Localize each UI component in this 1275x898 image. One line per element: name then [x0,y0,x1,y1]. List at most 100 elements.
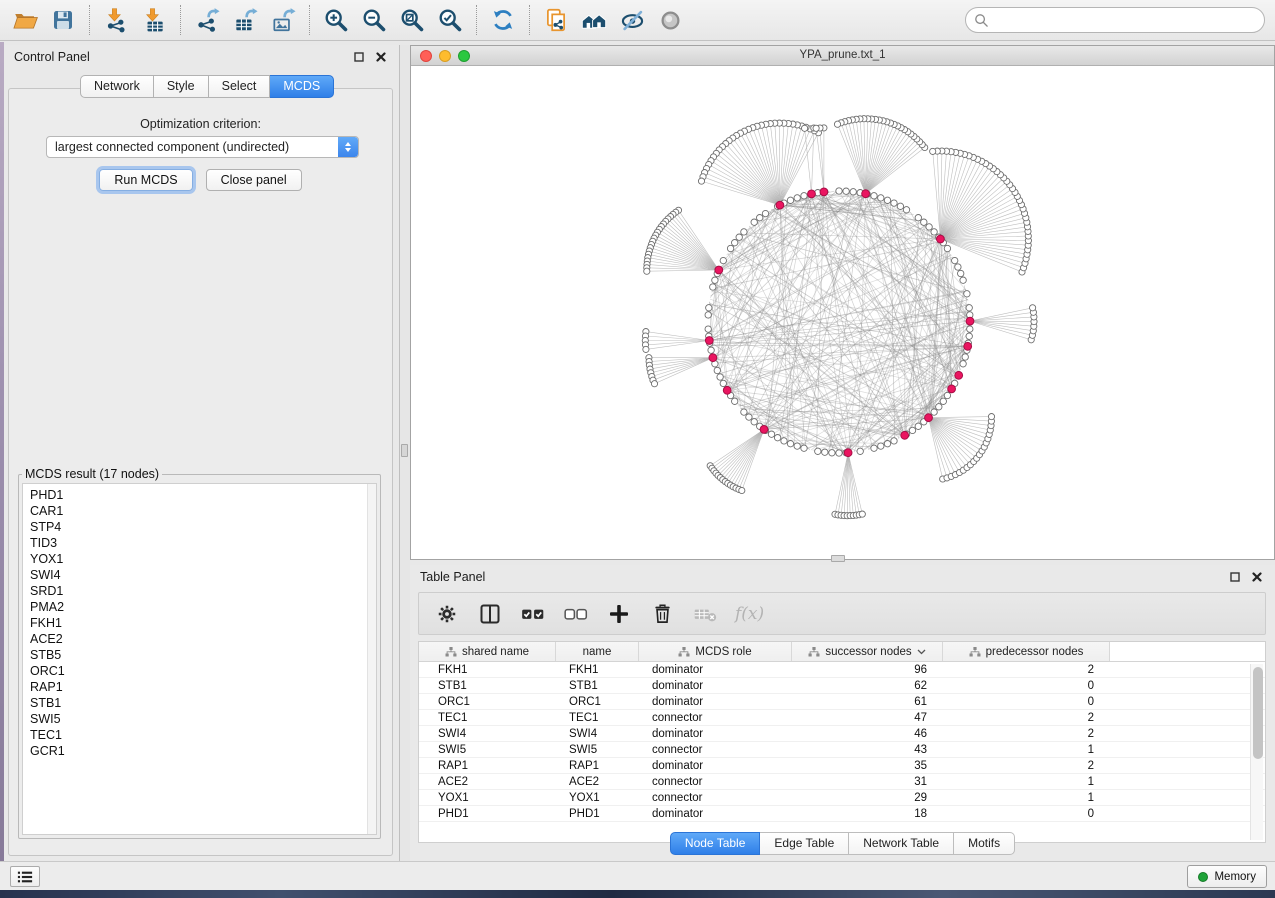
close-window-icon[interactable] [420,50,432,62]
show-all-button[interactable] [651,3,689,37]
table-scrollbar[interactable] [1250,664,1263,840]
save-session-button[interactable] [44,3,82,37]
close-mcds-panel-button[interactable]: Close panel [206,169,302,191]
mcds-result-item[interactable]: TEC1 [30,727,376,743]
mcds-result-item[interactable]: SWI5 [30,711,376,727]
network-home-button[interactable] [575,3,613,37]
search-input[interactable] [994,13,1256,27]
mcds-result-item[interactable]: STB5 [30,647,376,663]
mcds-result-item[interactable]: TID3 [30,535,376,551]
mcds-result-item[interactable]: SWI4 [30,567,376,583]
table-row[interactable]: YOX1YOX1connector291 [419,790,1265,806]
tab-network-table[interactable]: Network Table [849,832,954,855]
mcds-result-item[interactable]: RAP1 [30,679,376,695]
unselect-all-columns-button[interactable] [563,601,589,627]
table-settings-button[interactable] [434,601,460,627]
import-network-button[interactable] [97,3,135,37]
mcds-result-item[interactable]: YOX1 [30,551,376,567]
mcds-result-item[interactable]: STP4 [30,519,376,535]
close-panel-button[interactable] [373,49,389,65]
select-all-columns-button[interactable] [520,601,546,627]
zoom-fit-button[interactable] [393,3,431,37]
float-panel-button[interactable] [351,49,367,65]
table-cell: YOX1 [556,792,639,804]
float-table-panel-button[interactable] [1227,569,1243,585]
maximize-window-icon[interactable] [458,50,470,62]
tab-motifs[interactable]: Motifs [954,832,1015,855]
table-toolbar: f(x) [418,592,1266,635]
delete-column-button[interactable] [649,601,675,627]
vertical-splitter[interactable] [400,45,410,862]
mcds-result-item[interactable]: PMA2 [30,599,376,615]
close-table-panel-button[interactable] [1249,569,1265,585]
tab-node-table[interactable]: Node Table [670,832,761,855]
splitter-handle[interactable] [401,444,408,457]
table-row[interactable]: ORC1ORC1dominator610 [419,694,1265,710]
network-canvas[interactable] [411,66,1274,559]
column-header-name[interactable]: name [556,642,639,661]
search-field[interactable] [965,7,1265,33]
table-cell: 62 [792,680,943,692]
hide-selected-button[interactable] [613,3,651,37]
table-cell: connector [639,712,792,724]
table-row[interactable]: SWI4SWI4dominator462 [419,726,1265,742]
run-mcds-button[interactable]: Run MCDS [99,169,192,191]
table-scrollbar-thumb[interactable] [1253,667,1263,759]
zoom-in-button[interactable] [317,3,355,37]
window-controls [420,50,470,62]
task-history-button[interactable] [10,866,40,887]
tab-edge-table[interactable]: Edge Table [760,832,849,855]
eye-slash-icon [619,7,646,34]
zoom-out-button[interactable] [355,3,393,37]
tab-mcds[interactable]: MCDS [270,75,334,98]
mcds-result-item[interactable]: PHD1 [30,487,376,503]
open-session-button[interactable] [6,3,44,37]
memory-button[interactable]: Memory [1187,865,1267,888]
sitemap-sort-icon [969,647,981,657]
mcds-result-item[interactable]: SRD1 [30,583,376,599]
memory-status-icon [1198,872,1208,882]
table-cell: 0 [943,696,1110,708]
tab-network[interactable]: Network [80,75,154,98]
mcds-list-scrollbar[interactable] [367,484,376,834]
column-header-predecessor-nodes[interactable]: predecessor nodes [943,642,1110,661]
mcds-result-item[interactable]: STB1 [30,695,376,711]
split-panel-icon [478,602,502,626]
tab-style[interactable]: Style [154,75,209,98]
tab-select[interactable]: Select [209,75,271,98]
create-column-button[interactable] [606,601,632,627]
mcds-result-item[interactable]: FKH1 [30,615,376,631]
column-header-shared-name[interactable]: shared name [419,642,556,661]
mcds-result-title: MCDS result (17 nodes) [22,467,162,481]
column-header-MCDS-role[interactable]: MCDS role [639,642,792,661]
zoom-selected-button[interactable] [431,3,469,37]
show-column-panel-button[interactable] [477,601,503,627]
import-table-button[interactable] [135,3,173,37]
table-row[interactable]: ACE2ACE2connector311 [419,774,1265,790]
column-label: shared name [462,646,529,658]
export-network-button[interactable] [188,3,226,37]
mcds-result-item[interactable]: CAR1 [30,503,376,519]
export-table-button[interactable] [226,3,264,37]
new-network-from-selection-button[interactable] [537,3,575,37]
table-cell: 29 [792,792,943,804]
eye-icon [657,7,684,34]
edges [708,191,970,453]
table-row[interactable]: STB1STB1dominator620 [419,678,1265,694]
table-row[interactable]: FKH1FKH1dominator962 [419,662,1265,678]
table-row[interactable]: PHD1PHD1dominator180 [419,806,1265,822]
column-header-successor-nodes[interactable]: successor nodes [792,642,943,661]
table-row[interactable]: RAP1RAP1dominator352 [419,758,1265,774]
network-window-titlebar[interactable]: YPA_prune.txt_1 [411,46,1274,66]
optimization-criterion-select[interactable]: largest connected component (undirected) [46,136,359,158]
mcds-result-item[interactable]: GCR1 [30,743,376,759]
export-image-button[interactable] [264,3,302,37]
mcds-result-item[interactable]: ACE2 [30,631,376,647]
import-network-icon [103,7,129,33]
horizontal-splitter-handle[interactable] [831,555,845,562]
refresh-layout-button[interactable] [484,3,522,37]
mcds-result-item[interactable]: ORC1 [30,663,376,679]
table-row[interactable]: TEC1TEC1connector472 [419,710,1265,726]
minimize-window-icon[interactable] [439,50,451,62]
table-row[interactable]: SWI5SWI5connector431 [419,742,1265,758]
